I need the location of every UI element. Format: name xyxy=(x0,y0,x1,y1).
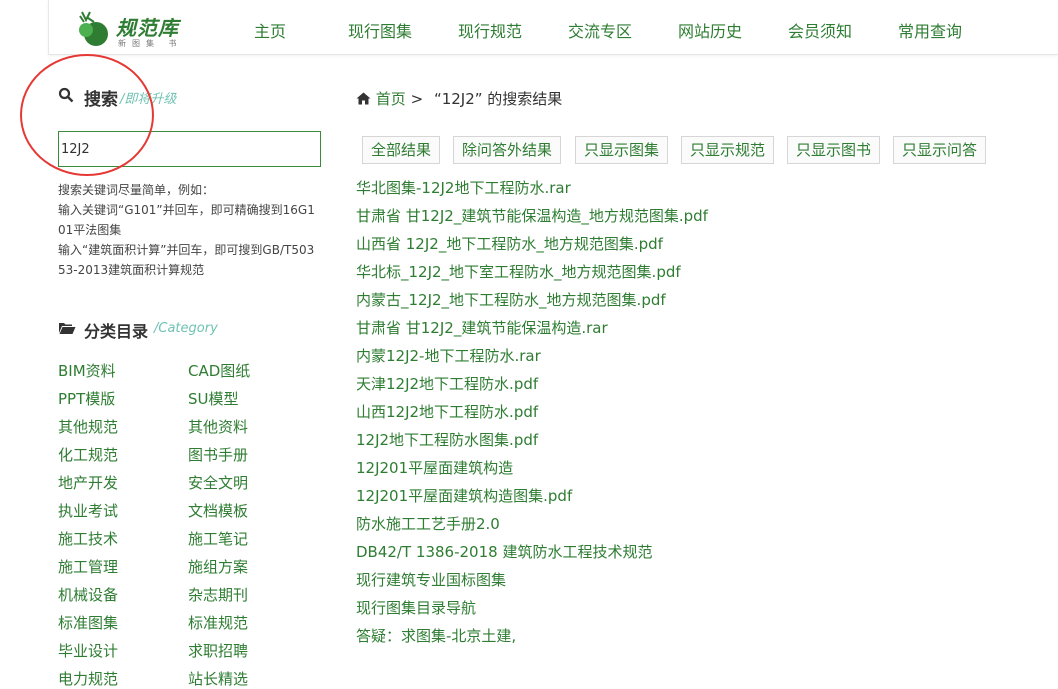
folder-open-icon xyxy=(59,323,76,334)
nav-item-standards[interactable]: 现行规范 xyxy=(458,18,522,42)
site-logo[interactable]: 规范库 新图集 书 xyxy=(74,8,194,50)
filter-all-button[interactable]: 全部结果 xyxy=(362,136,441,164)
search-hint: 搜索关键词尽量简单，例如： 输入关键词“G101”并回车，即可精确搜到16G10… xyxy=(58,180,318,280)
result-link[interactable]: 山西省 12J2_地下工程防水_地方规范图集.pdf xyxy=(356,233,663,254)
result-link[interactable]: 甘肃省 甘12J2_建筑节能保温构造_地方规范图集.pdf xyxy=(356,205,708,226)
result-link[interactable]: 内蒙古_12J2_地下工程防水_地方规范图集.pdf xyxy=(356,289,666,310)
category-item[interactable]: 施工技术 xyxy=(58,528,118,549)
result-link[interactable]: 现行建筑专业国标图集 xyxy=(356,569,506,590)
filter-qa-button[interactable]: 只显示问答 xyxy=(893,136,987,164)
nav-item-member[interactable]: 会员须知 xyxy=(788,18,852,42)
deer-logo-icon xyxy=(79,11,108,46)
category-item[interactable]: 杂志期刊 xyxy=(188,584,248,605)
logo-subtitle: 新图集 书 xyxy=(118,39,183,48)
result-link[interactable]: 山西12J2地下工程防水.pdf xyxy=(356,401,538,422)
breadcrumb-current: “12J2” 的搜索结果 xyxy=(433,90,563,108)
breadcrumb-separator: > xyxy=(410,90,424,108)
breadcrumb-home-link[interactable]: 首页 xyxy=(376,90,406,108)
category-item[interactable]: 文档模板 xyxy=(188,500,248,521)
annotation-circle xyxy=(20,54,154,176)
nav-item-history[interactable]: 网站历史 xyxy=(678,18,742,42)
result-link[interactable]: 天津12J2地下工程防水.pdf xyxy=(356,373,538,394)
nav-item-forum[interactable]: 交流专区 xyxy=(568,18,632,42)
category-item[interactable]: 电力规范 xyxy=(58,668,118,689)
search-hint-line: 输入关键词“G101”并回车，即可精确搜到16G101平法图集 xyxy=(58,203,315,237)
category-item[interactable]: BIM资料 xyxy=(58,360,116,381)
category-item[interactable]: 求职招聘 xyxy=(188,640,248,661)
filter-no-qa-button[interactable]: 除问答外结果 xyxy=(453,136,562,164)
category-item[interactable]: 站长精选 xyxy=(188,668,248,689)
category-item[interactable]: PPT模版 xyxy=(58,388,115,409)
category-item[interactable]: 其他资料 xyxy=(188,416,248,437)
category-subtitle: /Category xyxy=(154,321,218,336)
nav-item-query[interactable]: 常用查询 xyxy=(898,18,962,42)
category-item[interactable]: 地产开发 xyxy=(58,472,118,493)
result-link[interactable]: 现行图集目录导航 xyxy=(356,597,476,618)
search-hint-line: 搜索关键词尽量简单，例如： xyxy=(58,183,215,197)
result-link[interactable]: 内蒙12J2-地下工程防水.rar xyxy=(356,345,541,366)
result-link[interactable]: 甘肃省 甘12J2_建筑节能保温构造.rar xyxy=(356,317,608,338)
result-link[interactable]: 答疑：求图集-北京土建, xyxy=(356,625,516,646)
result-link[interactable]: 华北图集-12J2地下工程防水.rar xyxy=(356,177,571,198)
breadcrumb: 首页 > “12J2” 的搜索结果 xyxy=(356,88,562,109)
category-item[interactable]: 施组方案 xyxy=(188,556,248,577)
category-item[interactable]: 施工管理 xyxy=(58,556,118,577)
filter-standards-button[interactable]: 只显示规范 xyxy=(681,136,775,164)
category-item[interactable]: 执业考试 xyxy=(58,500,118,521)
category-item[interactable]: 机械设备 xyxy=(58,584,118,605)
result-link[interactable]: 华北标_12J2_地下室工程防水_地方规范图集.pdf xyxy=(356,261,681,282)
category-item[interactable]: 毕业设计 xyxy=(58,640,118,661)
nav-item-atlas[interactable]: 现行图集 xyxy=(348,18,412,42)
result-link[interactable]: 12J201平屋面建筑构造 xyxy=(356,457,513,478)
navbar-edge xyxy=(48,0,49,54)
result-link[interactable]: 防水施工工艺手册2.0 xyxy=(356,513,500,534)
search-hint-line: 输入“建筑面积计算”并回车，即可搜到GB/T50353-2013建筑面积计算规范 xyxy=(58,243,315,277)
result-link[interactable]: 12J201平屋面建筑构造图集.pdf xyxy=(356,485,572,506)
category-item[interactable]: 图书手册 xyxy=(188,444,248,465)
category-item[interactable]: 标准图集 xyxy=(58,612,118,633)
category-item[interactable]: CAD图纸 xyxy=(188,360,250,381)
nav-item-home[interactable]: 主页 xyxy=(254,18,286,42)
category-item[interactable]: 其他规范 xyxy=(58,416,118,437)
filter-books-button[interactable]: 只显示图书 xyxy=(787,136,881,164)
home-icon xyxy=(356,92,371,105)
category-item[interactable]: 标准规范 xyxy=(188,612,248,633)
logo-title: 规范库 xyxy=(116,16,179,40)
result-link[interactable]: 12J2地下工程防水图集.pdf xyxy=(356,429,538,450)
category-item[interactable]: SU模型 xyxy=(188,388,239,409)
result-link[interactable]: DB42/T 1386-2018 建筑防水工程技术规范 xyxy=(356,541,652,562)
category-item[interactable]: 施工笔记 xyxy=(188,528,248,549)
category-item[interactable]: 安全文明 xyxy=(188,472,248,493)
filter-atlas-button[interactable]: 只显示图集 xyxy=(575,136,669,164)
category-item[interactable]: 化工规范 xyxy=(58,444,118,465)
category-title: 分类目录 xyxy=(84,322,149,341)
